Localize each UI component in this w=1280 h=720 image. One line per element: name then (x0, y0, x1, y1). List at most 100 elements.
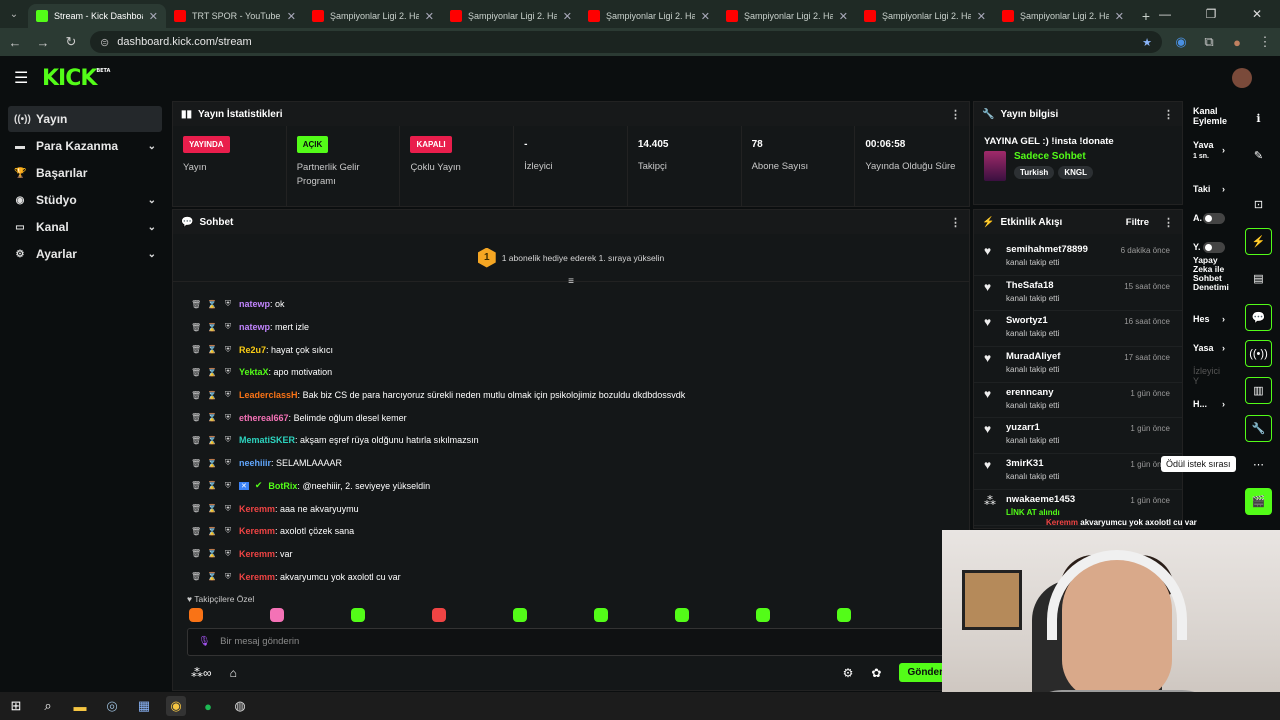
chat-message[interactable]: 🗑 ⌛ ⛨ Keremm: axolotl çözek sana (191, 520, 969, 543)
hamburger-menu-icon[interactable]: ☰ (14, 68, 36, 88)
layout-icon[interactable]: ▥ (1245, 377, 1272, 404)
sidebar-item-wallet[interactable]: ▬ Para Kazanma ⌄ (8, 133, 162, 159)
clapper-icon[interactable]: 🎬 (1245, 488, 1272, 515)
chrome-icon[interactable]: ◉ (166, 696, 186, 716)
chat-username[interactable]: natewp (239, 322, 270, 332)
stream-tag[interactable]: KNGL (1058, 166, 1093, 179)
chat-username[interactable]: MematiSKER (239, 435, 295, 445)
timeout-icon[interactable]: ⌛ (207, 527, 217, 536)
store-app-icon[interactable]: ▦ (134, 696, 154, 716)
delete-message-icon[interactable]: 🗑 (191, 436, 201, 445)
info-panel-menu-icon[interactable]: ⋮ (1163, 108, 1174, 121)
chat-username[interactable]: Keremm (239, 504, 275, 514)
timeout-icon[interactable]: ⌛ (207, 391, 217, 400)
chat-message[interactable]: 🗑 ⌛ ⛨ neehiiir: SELAMLAAAAR (191, 452, 969, 475)
ban-shield-icon[interactable]: ⛨ (223, 413, 233, 423)
browser-tab[interactable]: Şampiyonlar Ligi 2. Hafta ✕ (718, 4, 856, 28)
extension-icon[interactable]: ◉ (1172, 34, 1190, 50)
browser-tab[interactable]: TRT SPOR - YouTube ✕ (166, 4, 304, 28)
activity-item[interactable]: ♥ yuzarr1 kanalı takip etti 1 gün önce (974, 418, 1182, 455)
chat-badge-icon[interactable]: ✿ (871, 666, 881, 680)
channel-action-row[interactable]: Y. (1187, 240, 1237, 254)
activity-item[interactable]: ♥ erenncany kanalı takip etti 1 gün önce (974, 383, 1182, 419)
chat-username[interactable]: Keremm (239, 572, 275, 582)
activity-menu-icon[interactable]: ⋮ (1163, 216, 1174, 229)
timeout-icon[interactable]: ⌛ (207, 572, 217, 581)
delete-message-icon[interactable]: 🗑 (191, 504, 201, 513)
timeout-icon[interactable]: ⌛ (207, 504, 217, 513)
maximize-button[interactable]: ❐ (1188, 7, 1234, 21)
emote-icon[interactable] (837, 607, 851, 622)
browser-tab[interactable]: Şampiyonlar Ligi 2. Hafta ✕ (304, 4, 442, 28)
delete-message-icon[interactable]: 🗑 (191, 300, 201, 309)
category-name[interactable]: Sadece Sohbet (1014, 151, 1097, 162)
tab-close-icon[interactable]: ✕ (701, 10, 710, 23)
category-thumbnail[interactable] (984, 151, 1006, 181)
chat-message-input[interactable]: 🎙 Bir mesaj gönderin (187, 627, 963, 656)
close-window-button[interactable]: ✕ (1234, 7, 1280, 21)
activity-item[interactable]: ♥ MuradAliyef kanalı takip etti 17 saat önc… (974, 347, 1182, 383)
pinned-toggle-icon[interactable]: ≡ (173, 276, 969, 287)
wrench-icon[interactable]: 🔧 (1245, 415, 1272, 442)
channel-action-row[interactable]: Yasa › (1187, 341, 1237, 355)
emote-icon[interactable] (432, 607, 446, 622)
ban-shield-icon[interactable]: ⛨ (223, 458, 233, 468)
browser-tab[interactable]: Şampiyonlar Ligi 2. Hafta ✕ (580, 4, 718, 28)
chat-username[interactable]: Re2u7 (239, 345, 266, 355)
emote-icon[interactable] (594, 607, 608, 622)
emote-icon[interactable] (675, 607, 689, 622)
chat-message[interactable]: 🗑 ⌛ ⛨ ethereal667: Belimde oğlum dlesel kem… (191, 406, 969, 429)
chat-message[interactable]: 🗑 ⌛ ⛨ ✕ ✔ BotRix: @neehiiir, 2. seviyeye yüks… (191, 475, 969, 498)
ban-shield-icon[interactable]: ⛨ (223, 504, 233, 514)
emote-icon[interactable] (189, 607, 203, 622)
chat-message[interactable]: 🗑 ⌛ ⛨ Keremm: akvaryumcu yok axolotl cu var (191, 565, 969, 588)
chat-username[interactable]: LeaderclassH (239, 390, 298, 400)
channel-action-row[interactable]: Hes › (1187, 312, 1237, 326)
emote-icon[interactable] (270, 607, 284, 622)
activity-item[interactable]: ♥ TheSafa18 kanalı takip etti 15 saat önce (974, 276, 1182, 312)
chat-message[interactable]: 🗑 ⌛ ⛨ Keremm: var (191, 543, 969, 566)
ban-shield-icon[interactable]: ⛨ (223, 367, 233, 377)
sidebar-item-gear[interactable]: ⚙ Ayarlar ⌄ (8, 241, 162, 267)
browser-tab[interactable]: Şampiyonlar Ligi 2. Hafta ✕ (856, 4, 994, 28)
steam-icon[interactable]: ◎ (102, 696, 122, 716)
chat-message[interactable]: 🗑 ⌛ ⛨ natewp: mert izle (191, 316, 969, 339)
forward-button[interactable]: → (34, 35, 52, 50)
tab-close-icon[interactable]: ✕ (425, 10, 434, 23)
browser-tab[interactable]: Stream - Kick Dashboard ✕ (28, 4, 166, 28)
ban-shield-icon[interactable]: ⛨ (223, 299, 233, 309)
tab-close-icon[interactable]: ✕ (977, 10, 986, 23)
channel-action-row[interactable]: Taki › (1187, 182, 1237, 196)
chat-message[interactable]: 🗑 ⌛ ⛨ Keremm: aaa ne akvaryuymu (191, 497, 969, 520)
microphone-icon[interactable]: 🎙 (198, 636, 210, 647)
timeout-icon[interactable]: ⌛ (207, 459, 217, 468)
chat-username[interactable]: Keremm (239, 549, 275, 559)
sidebar-item-broadcast[interactable]: ((•)) Yayın (8, 106, 162, 132)
toggle-switch[interactable] (1203, 212, 1225, 224)
chat-message[interactable]: 🗑 ⌛ ⛨ LeaderclassH: Bak biz CS de para harc… (191, 384, 969, 407)
timeout-icon[interactable]: ⌛ (207, 345, 217, 354)
back-button[interactable]: ← (6, 35, 24, 50)
emote-icon[interactable] (351, 607, 365, 622)
tab-close-icon[interactable]: ✕ (287, 10, 296, 23)
ban-shield-icon[interactable]: ⛨ (223, 572, 233, 582)
timeout-icon[interactable]: ⌛ (207, 300, 217, 309)
delete-message-icon[interactable]: 🗑 (191, 323, 201, 332)
delete-message-icon[interactable]: 🗑 (191, 459, 201, 468)
delete-message-icon[interactable]: 🗑 (191, 549, 201, 558)
stats-panel-menu-icon[interactable]: ⋮ (950, 108, 961, 121)
url-field[interactable]: ⊜ dashboard.kick.com/stream ★ (90, 31, 1162, 53)
ban-shield-icon[interactable]: ⛨ (223, 390, 233, 400)
delete-message-icon[interactable]: 🗑 (191, 368, 201, 377)
delete-message-icon[interactable]: 🗑 (191, 572, 201, 581)
ban-shield-icon[interactable]: ⛨ (223, 322, 233, 332)
activity-item[interactable]: ♥ semihahmet78899 kanalı takip etti 6 dakik… (974, 240, 1182, 276)
chat-username[interactable]: BotRix (268, 481, 297, 491)
obs-icon[interactable]: ◍ (230, 696, 250, 716)
chat-username[interactable]: YektaX (239, 367, 269, 377)
filter-button[interactable]: Filtre (1126, 217, 1149, 228)
chat-icon[interactable]: 💬 (1245, 304, 1272, 331)
ban-shield-icon[interactable]: ⛨ (223, 345, 233, 355)
timeout-icon[interactable]: ⌛ (207, 436, 217, 445)
delete-message-icon[interactable]: 🗑 (191, 345, 201, 354)
